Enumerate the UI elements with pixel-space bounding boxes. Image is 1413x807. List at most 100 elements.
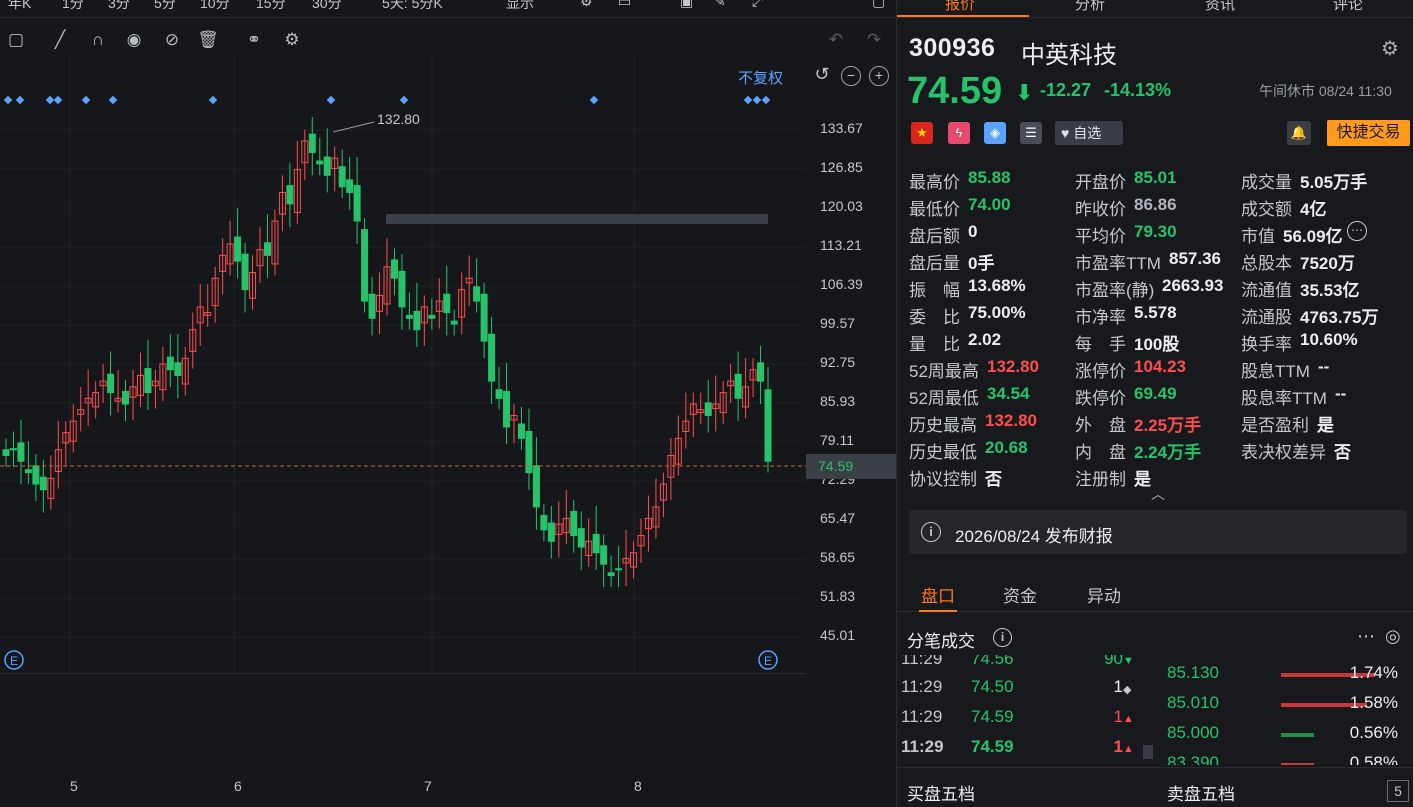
more-icon[interactable]: ⋯ ◎ (1357, 626, 1401, 647)
candle (77, 386, 85, 432)
event-marker-icon[interactable] (399, 95, 409, 105)
candle (630, 541, 638, 579)
dist-percent: 1.74% (1349, 663, 1398, 682)
event-marker-icon[interactable] (752, 95, 762, 105)
event-marker-icon[interactable] (53, 95, 63, 105)
date-tick: 7 (424, 778, 432, 794)
candle (510, 404, 518, 443)
table-row[interactable]: 11:29 74.59 1 ▲ (897, 707, 1157, 737)
eye-icon[interactable]: ◉ (122, 28, 146, 52)
candle (592, 505, 600, 570)
document-icon[interactable]: ☰ (1020, 122, 1042, 144)
price-tick: 58.65 (820, 549, 856, 565)
sell-five-levels[interactable]: 卖盘五档 (1167, 780, 1235, 805)
info-icon[interactable]: i (993, 628, 1012, 647)
compare-icon[interactable]: ⚭ (242, 28, 266, 52)
price-distribution[interactable]: 85.130 1.74% 85.010 1.58% 85.000 0.56% 83.390 0… (1157, 655, 1413, 765)
redo-icon[interactable]: ↷ (862, 28, 886, 52)
tab-analysis[interactable]: 分析 (1075, 0, 1105, 14)
event-marker-icon[interactable] (15, 95, 25, 105)
comment-icon[interactable]: ▢ (4, 28, 28, 52)
buy-five-levels[interactable]: 买盘五档 (907, 780, 975, 805)
candle (144, 339, 152, 410)
table-row[interactable]: 11:29 74.59 1 ▲ (897, 737, 1157, 765)
tick-list[interactable]: 11:29 74.56 90 ▼ 11:29 74.50 1 ◆ 11:29 74.59 1 ▲ 11:… (897, 655, 1157, 765)
event-marker-icon[interactable] (208, 95, 218, 105)
timeframe-5day[interactable]: 5天: 5分K (382, 0, 443, 13)
draw-settings-icon[interactable]: ⚙ (280, 28, 304, 52)
candle (473, 258, 481, 313)
tab-orderbook[interactable]: 盘口 (921, 582, 955, 607)
more-icon[interactable]: ⋯ (1347, 221, 1367, 241)
tab-movements[interactable]: 异动 (1087, 582, 1121, 607)
list-item[interactable]: 85.010 1.58% (1157, 693, 1413, 723)
timeframe-toolbar: 年K 1分 3分 5分 10分 15分 30分 5天: 5分K 显示 ⚙ ▭ ▣… (0, 0, 896, 18)
candle (107, 351, 115, 416)
adjust-mode-button[interactable]: 不复权 (738, 67, 783, 88)
event-marker-icon[interactable] (108, 95, 118, 105)
scrollbar[interactable] (1143, 745, 1153, 759)
quote-label: 市盈率TTM (1075, 254, 1161, 273)
quick-trade-button[interactable]: 快捷交易 (1327, 120, 1410, 146)
quote-value: 857.36 (1169, 249, 1221, 268)
chevron-up-icon[interactable]: ︿ (1151, 484, 1165, 504)
undo-icon[interactable]: ↶ (824, 28, 848, 52)
event-marker-icon[interactable] (3, 95, 13, 105)
earnings-marker-icon[interactable]: E (4, 650, 24, 670)
chart-area: 年K 1分 3分 5分 10分 15分 30分 5天: 5分K 显示 ⚙ ▭ ▣… (0, 0, 896, 807)
table-row[interactable]: 11:29 74.56 90 ▼ (897, 655, 1157, 679)
dist-percent: 0.56% (1349, 723, 1398, 742)
event-marker-icon[interactable] (761, 95, 771, 105)
quote-label: 是否盈利 (1241, 416, 1309, 435)
timeframe-3min[interactable]: 3分 (108, 0, 130, 13)
event-marker-icon[interactable] (589, 95, 599, 105)
earnings-marker-icon[interactable]: E (758, 650, 778, 670)
tag-icon[interactable]: ◈ (984, 122, 1006, 144)
candlestick-plot[interactable]: 132.80 E E (0, 56, 806, 673)
list-item[interactable]: 85.130 1.74% (1157, 663, 1413, 693)
timeframe-year[interactable]: 年K (8, 0, 31, 13)
earnings-notice[interactable]: i 2026/08/24 发布财报 (909, 510, 1407, 554)
candle (346, 156, 354, 210)
tab-comments[interactable]: 评论 (1333, 0, 1363, 14)
date-axis: 5 6 7 8 (0, 673, 806, 807)
magnet-icon[interactable]: ∩ (86, 28, 110, 52)
fullscreen-icon[interactable]: ⤢ (752, 0, 763, 10)
layout-icon[interactable]: ▭ (618, 0, 631, 10)
timeframe-1min[interactable]: 1分 (62, 0, 84, 13)
tab-funds[interactable]: 资金 (1003, 582, 1037, 607)
add-watchlist-button[interactable]: ♥ 自选 (1055, 121, 1123, 145)
tab-news[interactable]: 资讯 (1205, 0, 1235, 14)
candle (308, 116, 316, 176)
price-axis: 133.67 126.85 120.03 113.21 106.39 99.57 92.75… (806, 56, 896, 673)
candle (47, 455, 55, 510)
event-marker-icon[interactable] (326, 95, 336, 105)
timeframe-15min[interactable]: 15分 (256, 0, 286, 13)
trash-icon[interactable]: 🗑 (196, 28, 220, 52)
settings-icon[interactable]: ⚙ (580, 0, 593, 10)
event-marker-icon[interactable] (81, 95, 91, 105)
list-item[interactable]: 83.390 0.58% (1157, 753, 1413, 765)
lightning-icon[interactable]: ϟ (948, 122, 970, 144)
hide-icon[interactable]: ⊘ (160, 28, 184, 52)
timeframe-5min[interactable]: 5分 (154, 0, 176, 13)
event-marker-icon[interactable] (45, 95, 55, 105)
screenshot-icon[interactable]: ▣ (680, 0, 693, 10)
timeframe-30min[interactable]: 30分 (312, 0, 342, 13)
tab-quote[interactable]: 报价 (945, 0, 975, 14)
bell-icon[interactable]: 🔔 (1287, 121, 1311, 145)
draw-pen-icon[interactable]: ✎ (714, 0, 726, 10)
line-tool-icon[interactable]: ╱ (48, 28, 72, 52)
list-item[interactable]: 85.000 0.56% (1157, 723, 1413, 753)
candle (704, 380, 712, 433)
table-row[interactable]: 11:29 74.50 1 ◆ (897, 677, 1157, 707)
timeframe-10min[interactable]: 10分 (200, 0, 230, 13)
price-tick: 79.11 (820, 432, 854, 448)
quote-value: 2.25万手 (1134, 416, 1202, 435)
window-icon[interactable]: ▢ (872, 0, 885, 10)
drawn-horizontal-line[interactable] (386, 214, 768, 224)
gear-icon[interactable]: ⚙ (1381, 36, 1399, 61)
level-count[interactable]: 5 (1387, 780, 1409, 802)
display-menu[interactable]: 显示 (506, 0, 534, 13)
event-marker-icon[interactable] (743, 95, 753, 105)
